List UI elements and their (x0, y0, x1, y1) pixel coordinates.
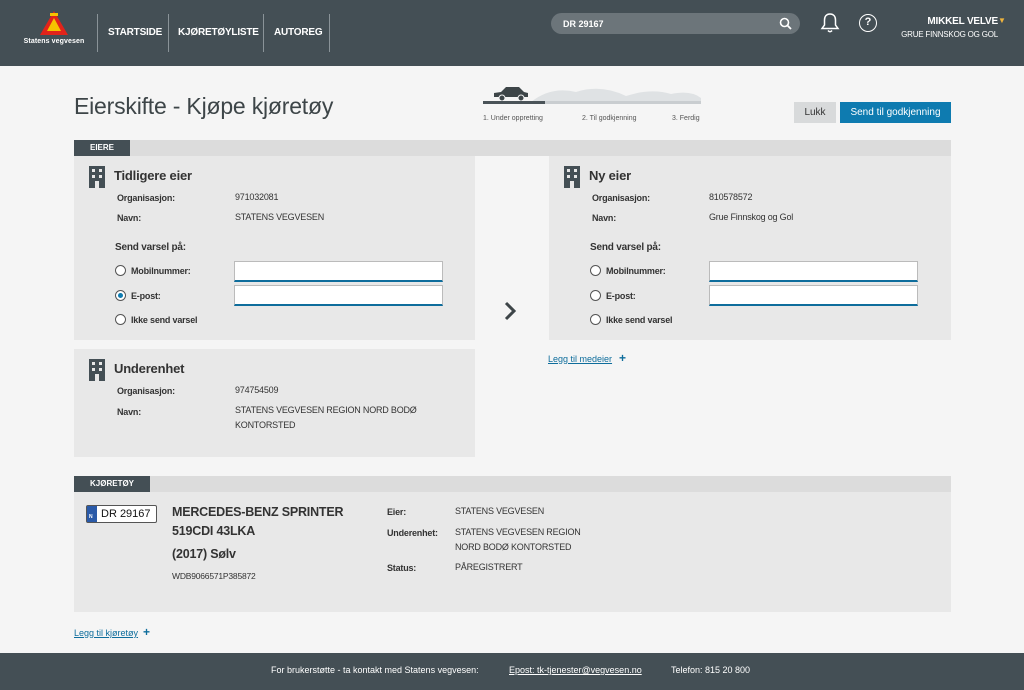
nav-separator (329, 14, 330, 52)
subunit-label: Underenhet: (387, 528, 438, 538)
new-owner-title: Ny eier (589, 168, 631, 183)
radio-no-notify-label: Ikke send varsel (606, 315, 673, 325)
footer-support-text: For brukerstøtte - ta kontakt med Staten… (271, 665, 479, 675)
org-label: Organisasjon: (117, 193, 175, 203)
subunit-value: STATENS VEGVESEN REGION (455, 527, 581, 537)
owner-label: Eier: (387, 507, 407, 517)
vehicle-vin: WDB9066571P385872 (172, 571, 256, 581)
building-icon (89, 359, 105, 381)
new-owner-panel: Ny eier Organisasjon: 810578572 Navn: Gr… (549, 156, 951, 340)
radio-no-notify[interactable] (590, 314, 601, 325)
plus-icon[interactable]: + (143, 625, 150, 639)
chevron-right-icon (504, 301, 517, 321)
name-label: Navn: (592, 213, 617, 223)
search-input[interactable] (563, 16, 763, 31)
name-value: STATENS VEGVESEN REGION NORD BODØ (235, 405, 417, 415)
owner-value: STATENS VEGVESEN (455, 506, 544, 516)
radio-no-notify-label: Ikke send varsel (131, 315, 198, 325)
email-field[interactable] (234, 285, 443, 306)
top-bar: Statens vegvesen STARTSIDE KJØRETØYLISTE… (0, 0, 1024, 66)
radio-email-label: E-post: (131, 291, 161, 301)
radio-mobile-label: Mobilnummer: (131, 266, 191, 276)
step-2: 2. Til godkjenning (582, 115, 637, 122)
step-1: 1. Under oppretting (483, 115, 543, 122)
name-value: STATENS VEGVESEN (235, 212, 324, 222)
step-3: 3. Ferdig (672, 115, 700, 122)
user-name[interactable]: MIKKEL VELVE (927, 16, 998, 27)
send-for-approval-button[interactable]: Send til godkjenning (840, 102, 951, 123)
radio-email[interactable] (590, 290, 601, 301)
footer: For brukerstøtte - ta kontakt med Staten… (0, 653, 1024, 690)
chevron-down-icon[interactable]: ▼ (998, 16, 1006, 25)
help-icon[interactable]: ? (859, 14, 877, 32)
progress-track-done (483, 101, 545, 104)
radio-email[interactable] (115, 290, 126, 301)
name-value-continued: KONTORSTED (235, 420, 296, 430)
status-label: Status: (387, 563, 417, 573)
vehicle-model-line2: 519CDI 43LKA (172, 524, 256, 538)
vehicle-model-line1: MERCEDES-BENZ SPRINTER (172, 505, 344, 519)
notify-label: Send varsel på: (115, 242, 186, 253)
org-value: 971032081 (235, 192, 279, 202)
plate-country-badge: N (87, 506, 97, 522)
subunit-panel: Underenhet Organisasjon: 974754509 Navn:… (74, 349, 475, 457)
user-organization: GRUE FINNSKOG OG GOL (901, 30, 998, 39)
status-value: PÅREGISTRERT (455, 562, 523, 572)
nav-kjoretoyliste[interactable]: KJØRETØYLISTE (178, 27, 259, 38)
add-coowner-link[interactable]: Legg til medeier (548, 354, 612, 364)
owners-section-label: EIERE (74, 140, 131, 156)
plate-country-code: N (89, 514, 93, 520)
org-value: 974754509 (235, 385, 279, 395)
owners-section-bar: EIERE (74, 140, 951, 156)
close-button[interactable]: Lukk (794, 102, 836, 123)
radio-no-notify[interactable] (115, 314, 126, 325)
nav-separator (263, 14, 264, 52)
radio-mobile[interactable] (115, 265, 126, 276)
vehicle-year-color: (2017) Sølv (172, 547, 236, 561)
org-label: Organisasjon: (117, 386, 175, 396)
bell-icon[interactable] (820, 12, 840, 34)
name-label: Navn: (117, 407, 142, 417)
license-plate: N DR 29167 (86, 505, 157, 523)
mobile-field[interactable] (709, 261, 918, 282)
mobile-field[interactable] (234, 261, 443, 282)
previous-owner-title: Tidligere eier (114, 168, 192, 183)
footer-phone: Telefon: 815 20 800 (671, 665, 751, 675)
car-icon (494, 87, 528, 102)
subunit-title: Underenhet (114, 361, 185, 376)
plate-number: DR 29167 (101, 508, 151, 520)
progress-steps: 1. Under oppretting 2. Til godkjenning 3… (483, 82, 701, 124)
search-icon[interactable] (779, 17, 792, 30)
nav-autoreg[interactable]: AUTOREG (274, 27, 323, 38)
logo-emblem-icon (40, 11, 68, 35)
search-box (551, 13, 800, 34)
email-field[interactable] (709, 285, 918, 306)
nav-startside[interactable]: STARTSIDE (108, 27, 162, 38)
subunit-value-continued: NORD BODØ KONTORSTED (455, 542, 572, 552)
statens-vegvesen-logo[interactable]: Statens vegvesen (18, 10, 90, 56)
radio-mobile-label: Mobilnummer: (606, 266, 666, 276)
nav-separator (97, 14, 98, 52)
name-value: Grue Finnskog og Gol (709, 212, 794, 222)
name-label: Navn: (117, 213, 142, 223)
previous-owner-panel: Tidligere eier Organisasjon: 971032081 N… (74, 156, 475, 340)
footer-email-link[interactable]: Epost: tk-tjenester@vegvesen.no (509, 665, 642, 675)
radio-mobile[interactable] (590, 265, 601, 276)
page-title: Eierskifte - Kjøpe kjøretøy (74, 93, 334, 119)
org-value: 810578572 (709, 192, 753, 202)
org-label: Organisasjon: (592, 193, 650, 203)
building-icon (564, 166, 580, 188)
add-vehicle-link[interactable]: Legg til kjøretøy (74, 628, 138, 638)
nav-separator (168, 14, 169, 52)
vehicle-section-label: KJØRETØY (74, 476, 151, 492)
plus-icon[interactable]: + (619, 351, 626, 365)
logo-text: Statens vegvesen (23, 38, 85, 45)
vehicle-section-bar: KJØRETØY (74, 476, 951, 492)
notify-label: Send varsel på: (590, 242, 661, 253)
building-icon (89, 166, 105, 188)
radio-email-label: E-post: (606, 291, 636, 301)
